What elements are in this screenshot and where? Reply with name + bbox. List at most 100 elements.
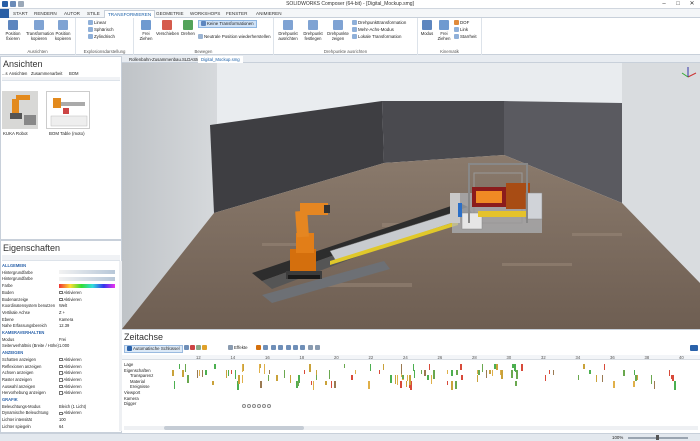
local-transformation-button[interactable]: Lokale Transformation bbox=[352, 34, 401, 40]
keyframe-marker[interactable] bbox=[496, 364, 498, 371]
doc-tab-assembly[interactable]: Rollenbahn-Zusammenbau.SLDASM bbox=[126, 56, 203, 63]
auto-key-button[interactable]: Automatische Schlüssel bbox=[124, 345, 183, 353]
keyframe-marker[interactable] bbox=[589, 369, 591, 375]
keyframe-marker[interactable] bbox=[409, 375, 411, 385]
keyframe-marker[interactable] bbox=[258, 364, 261, 374]
tab-autor[interactable]: AUTOR bbox=[61, 10, 83, 18]
keyframe-marker[interactable] bbox=[394, 375, 397, 384]
tab-transformieren[interactable]: TRANSFORMIEREN bbox=[104, 10, 156, 18]
keyframe-marker[interactable] bbox=[424, 369, 426, 376]
keyframe-marker[interactable] bbox=[283, 369, 286, 378]
prev-key-icon[interactable] bbox=[270, 345, 276, 351]
timeline-track-label[interactable]: Eigenschaften bbox=[124, 368, 151, 373]
digger-marker[interactable] bbox=[262, 404, 266, 408]
keyframe-marker[interactable] bbox=[623, 369, 625, 376]
move-button[interactable]: Verschieben bbox=[156, 20, 179, 36]
checkbox[interactable] bbox=[59, 378, 63, 382]
keyframe-marker[interactable] bbox=[461, 375, 463, 380]
keyframe-marker[interactable] bbox=[325, 380, 327, 385]
keyframe-marker[interactable] bbox=[351, 375, 353, 380]
keyframe-marker[interactable] bbox=[178, 364, 181, 369]
keyframe-marker[interactable] bbox=[494, 364, 496, 369]
property-value[interactable]: Aktivieren bbox=[59, 364, 81, 370]
kinematics-mode-button[interactable]: Modus bbox=[419, 20, 435, 36]
checkbox[interactable] bbox=[59, 290, 63, 295]
keyframe-marker[interactable] bbox=[205, 369, 207, 375]
property-value[interactable] bbox=[59, 277, 115, 282]
tab-animieren[interactable]: ANIMIEREN bbox=[253, 10, 285, 18]
keyframe-marker[interactable] bbox=[315, 375, 318, 380]
keyframe-marker[interactable] bbox=[451, 369, 453, 376]
animation-icon[interactable] bbox=[256, 345, 261, 351]
property-value[interactable]: Frei bbox=[59, 337, 66, 343]
keyframe-marker[interactable] bbox=[309, 364, 311, 373]
keyframe-marker[interactable] bbox=[267, 375, 270, 381]
link-button[interactable]: Link bbox=[454, 27, 468, 33]
property-section[interactable]: KAMERAVERHALTEN bbox=[2, 330, 121, 336]
checkbox[interactable] bbox=[59, 297, 63, 302]
doc-tab-mockup[interactable]: Digital_Mockup.smg bbox=[198, 56, 243, 63]
checkbox[interactable] bbox=[59, 357, 63, 362]
timeline-track-label[interactable]: Ereignisse bbox=[130, 384, 150, 389]
keyframe-marker[interactable] bbox=[368, 380, 370, 390]
filter-icon[interactable] bbox=[196, 345, 201, 351]
rigidity-button[interactable]: Starrheit bbox=[454, 34, 477, 40]
keyframe-marker[interactable] bbox=[343, 364, 346, 369]
tab-workshops[interactable]: WORKSHOPS bbox=[187, 10, 223, 18]
property-section[interactable]: GRAFIK bbox=[2, 397, 121, 403]
keyframe-marker[interactable] bbox=[354, 369, 357, 375]
keyframe-marker[interactable] bbox=[455, 380, 457, 389]
property-value[interactable]: 64 bbox=[59, 424, 64, 430]
keyframe-marker[interactable] bbox=[276, 375, 278, 382]
checkbox[interactable] bbox=[59, 391, 63, 395]
keyframe-marker[interactable] bbox=[405, 380, 408, 388]
digger-marker[interactable] bbox=[252, 404, 256, 408]
keyframe-marker[interactable] bbox=[478, 369, 480, 376]
tab-geometrie[interactable]: GEOMETRIE bbox=[153, 10, 187, 18]
property-value[interactable]: Aktivieren bbox=[59, 297, 81, 303]
keyframe-marker[interactable] bbox=[382, 364, 385, 371]
record-icon[interactable] bbox=[190, 345, 195, 351]
minimize-icon[interactable]: – bbox=[657, 0, 671, 9]
keyframe-marker[interactable] bbox=[402, 375, 404, 380]
property-value[interactable]: 12.39 bbox=[59, 323, 69, 329]
keyframe-marker[interactable] bbox=[378, 369, 381, 374]
keyframe-marker[interactable] bbox=[230, 369, 233, 375]
zoom-slider-thumb[interactable] bbox=[656, 435, 659, 440]
property-value[interactable]: Aktivieren bbox=[59, 384, 81, 390]
keyframe-marker[interactable] bbox=[516, 369, 518, 380]
keyframe-marker[interactable] bbox=[635, 375, 637, 382]
keyframe-marker[interactable] bbox=[491, 369, 494, 377]
property-value[interactable]: 1.000 bbox=[59, 343, 69, 349]
keyframe-marker[interactable] bbox=[595, 375, 598, 383]
keyframe-marker[interactable] bbox=[430, 375, 433, 384]
keyframe-marker[interactable] bbox=[173, 380, 176, 389]
zoom-slider[interactable] bbox=[628, 435, 688, 440]
dof-button[interactable]: DOF bbox=[454, 20, 469, 26]
tab-rendern[interactable]: RENDERN bbox=[31, 10, 60, 18]
play-backward-icon[interactable] bbox=[278, 345, 284, 351]
rotate-button[interactable]: Drehen bbox=[179, 20, 197, 36]
keyframe-marker[interactable] bbox=[460, 364, 462, 370]
timeline-track-label[interactable]: Kamera bbox=[124, 396, 139, 401]
property-section[interactable]: ANZEIGEN bbox=[2, 350, 121, 356]
property-value[interactable]: Z + bbox=[59, 310, 65, 316]
keyframe-marker[interactable] bbox=[182, 369, 184, 378]
keyframe-marker[interactable] bbox=[268, 369, 271, 374]
property-value[interactable]: Aktivieren bbox=[59, 357, 81, 363]
3d-viewport[interactable] bbox=[122, 63, 700, 329]
property-value[interactable]: Aktivieren bbox=[59, 410, 81, 416]
thumbnail-kuka-robot[interactable] bbox=[2, 91, 38, 129]
keyframe-marker[interactable] bbox=[234, 369, 237, 380]
checkbox[interactable] bbox=[59, 371, 63, 375]
keyframe-marker[interactable] bbox=[198, 369, 200, 376]
tab-stile[interactable]: STILE bbox=[84, 10, 103, 18]
keyframe-marker[interactable] bbox=[577, 375, 580, 381]
keyframe-marker[interactable] bbox=[476, 375, 479, 383]
go-end-icon[interactable] bbox=[300, 345, 306, 351]
checkbox[interactable] bbox=[59, 384, 63, 389]
keyframe-marker[interactable] bbox=[303, 369, 306, 375]
keyframe-marker[interactable] bbox=[214, 364, 216, 369]
keyframe-marker[interactable] bbox=[446, 369, 449, 375]
align-pivot-button[interactable]: Drehpunkt ausrichten bbox=[276, 20, 300, 41]
